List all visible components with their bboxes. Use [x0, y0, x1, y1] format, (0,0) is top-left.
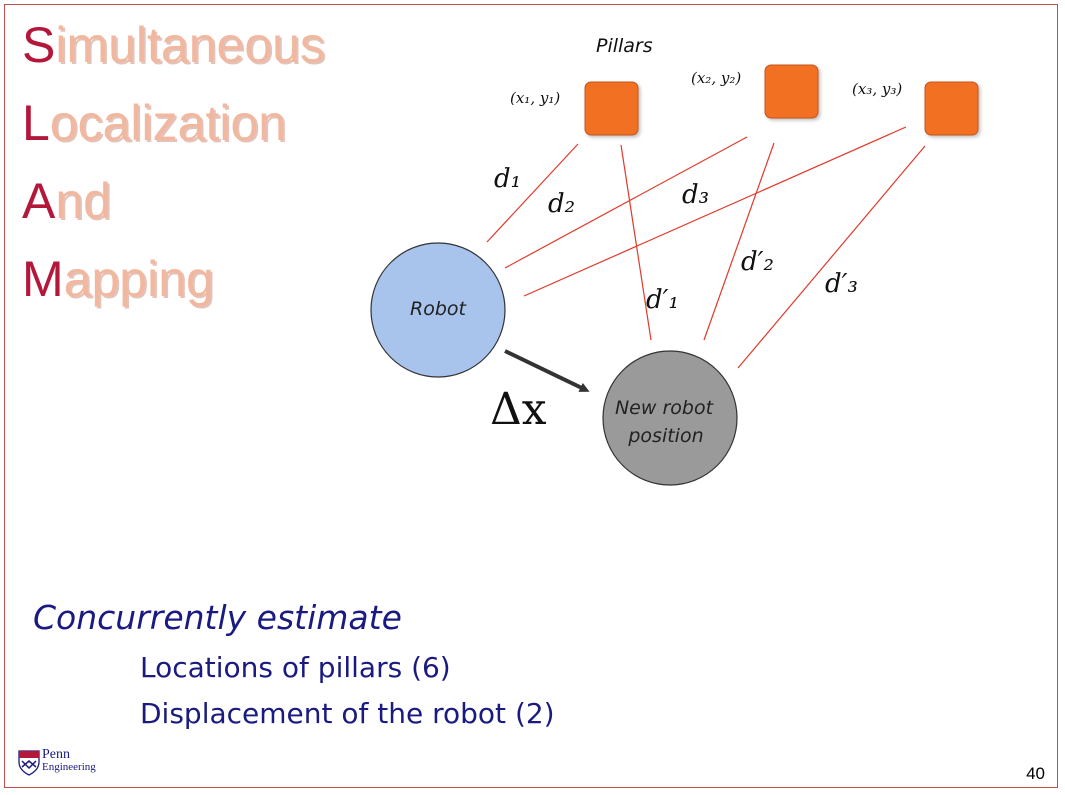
pillar-1-coord: (x₁, y₁) [510, 89, 560, 107]
robot-label: Robot [410, 298, 468, 320]
bullet-pillars: Locations of pillars (6) [140, 651, 451, 684]
label-d2: d₂ [548, 189, 575, 219]
distance-lines [486, 126, 926, 369]
pillar-2 [764, 64, 819, 119]
new-robot-label-line1: New robot [615, 397, 715, 419]
shield-icon [18, 750, 40, 776]
line-d2-prime [703, 142, 775, 341]
bullet-displacement: Displacement of the robot (2) [140, 697, 555, 730]
page-number: 40 [1026, 764, 1045, 783]
logo-text: Penn Engineering [42, 747, 96, 774]
pillar-3 [924, 81, 979, 136]
delta-x-label: Δx [490, 384, 547, 435]
line-d2 [504, 136, 748, 269]
label-d2-prime: d′₂ [741, 247, 774, 277]
pillars-label: Pillars [596, 35, 653, 57]
new-robot-label-line2: position [627, 425, 703, 447]
label-d1: d₁ [494, 164, 521, 194]
label-d3-prime: d′₃ [825, 269, 858, 299]
penn-engineering-logo: Penn Engineering [18, 748, 96, 781]
pillar-3-coord: (x₃, y₃) [852, 80, 902, 98]
pillar-1 [584, 81, 639, 136]
label-d1-prime: d′₁ [646, 285, 679, 315]
concurrently-heading: Concurrently estimate [33, 598, 402, 637]
label-d3: d₃ [682, 180, 709, 210]
pillar-2-coord: (x₂, y₂) [691, 69, 741, 87]
logo-line2: Engineering [42, 761, 96, 773]
logo-line1: Penn [42, 747, 70, 762]
